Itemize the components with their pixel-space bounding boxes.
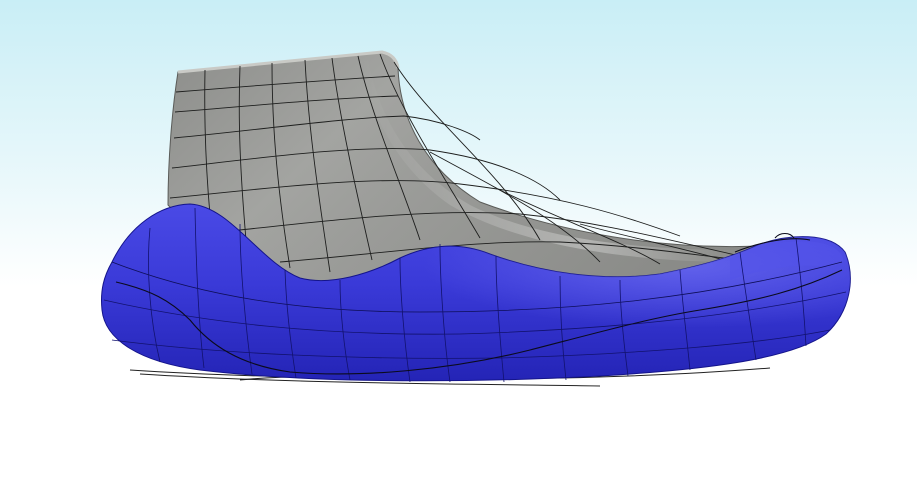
- 3d-viewport[interactable]: [0, 0, 917, 478]
- shoe-render: [0, 0, 917, 478]
